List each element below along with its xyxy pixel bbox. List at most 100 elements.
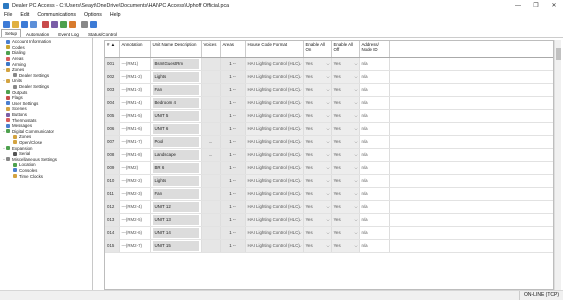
- col-header-address[interactable]: Address/ Node ID: [359, 41, 390, 58]
- chevron-down-icon[interactable]: ⌵: [298, 165, 301, 170]
- menu-edit[interactable]: Edit: [20, 12, 29, 18]
- cell-unit-name[interactable]: Lights: [150, 70, 202, 84]
- cell-house-code-format[interactable]: HAI Lighting Control (HLC) ⌵: [245, 122, 304, 136]
- new-file-icon[interactable]: [3, 21, 10, 28]
- cell-house-code-format[interactable]: HAI Lighting Control (HLC) ⌵: [245, 135, 304, 149]
- unit-name-field[interactable]: Lights: [152, 175, 199, 186]
- cell-house-code-format[interactable]: HAI Lighting Control (HLC) ⌵: [245, 109, 304, 123]
- cell-unit-name[interactable]: UNIT 14: [150, 226, 202, 240]
- menu-file[interactable]: File: [4, 12, 12, 18]
- chevron-down-icon[interactable]: ⌵: [298, 191, 301, 196]
- unit-name-field[interactable]: UNIT 14: [152, 227, 199, 238]
- cell-annotation[interactable]: ---(RM2-7): [119, 239, 151, 253]
- chevron-down-icon[interactable]: ⌵: [298, 74, 301, 79]
- cell-voices[interactable]: [201, 239, 221, 253]
- cell-enable-all-on[interactable]: Yes ⌵: [303, 135, 332, 149]
- cell-annotation[interactable]: ---(RM1-4): [119, 96, 151, 110]
- open-folder-icon[interactable]: [12, 21, 19, 28]
- cell-enable-all-on[interactable]: Yes ⌵: [303, 70, 332, 84]
- unit-name-field[interactable]: Landscape: [152, 149, 199, 160]
- cell-house-code-format[interactable]: HAI Lighting Control (HLC) ⌵: [245, 148, 304, 162]
- chevron-down-icon[interactable]: ⌵: [298, 178, 301, 183]
- col-header-voices[interactable]: Voices: [201, 41, 221, 58]
- cell-voices[interactable]: [201, 200, 221, 214]
- cell-voices[interactable]: ...: [201, 135, 221, 149]
- col-header-areas[interactable]: Areas: [220, 41, 246, 58]
- cell-annotation[interactable]: ---(RM1): [119, 57, 151, 71]
- cell-enable-all-off[interactable]: Yes ⌵: [331, 109, 360, 123]
- cell-unit-name[interactable]: BsmtGuestRm: [150, 57, 202, 71]
- chevron-down-icon[interactable]: ⌵: [298, 126, 301, 131]
- cell-unit-name[interactable]: UNIT 13: [150, 213, 202, 227]
- cell-unit-name[interactable]: UNIT 12: [150, 200, 202, 214]
- cell-enable-all-on[interactable]: Yes ⌵: [303, 122, 332, 136]
- cell-enable-all-off[interactable]: Yes ⌵: [331, 57, 360, 71]
- menu-help[interactable]: Help: [110, 12, 121, 18]
- chevron-down-icon[interactable]: ⌵: [326, 87, 329, 92]
- cell-unit-name[interactable]: UNIT 15: [150, 239, 202, 253]
- cell-enable-all-on[interactable]: Yes ⌵: [303, 161, 332, 175]
- chevron-down-icon[interactable]: ⌵: [298, 87, 301, 92]
- disconnect-icon[interactable]: [51, 21, 58, 28]
- chevron-down-icon[interactable]: ⌵: [326, 74, 329, 79]
- cell-annotation[interactable]: ---(RM2): [119, 161, 151, 175]
- cell-areas[interactable]: 1 --: [220, 96, 246, 110]
- unit-name-field[interactable]: Fan: [152, 84, 199, 95]
- cell-unit-name[interactable]: Fan: [150, 187, 202, 201]
- col-header-unit-name[interactable]: Unit Name Description: [150, 41, 202, 58]
- unit-name-field[interactable]: UNIT 6: [152, 123, 199, 134]
- table-row[interactable]: 006 ---(RM1-6) UNIT 6 1 -- HAI Lighting Cont…: [105, 122, 553, 136]
- scrollbar-thumb[interactable]: [556, 48, 561, 60]
- table-row[interactable]: 011 ---(RM2-3) Fan 1 -- HAI Lighting Control…: [105, 187, 553, 201]
- table-row[interactable]: 014 ---(RM2-6) UNIT 14 1 -- HAI Lighting Con…: [105, 226, 553, 240]
- cell-enable-all-on[interactable]: Yes ⌵: [303, 148, 332, 162]
- cell-enable-all-on[interactable]: Yes ⌵: [303, 226, 332, 240]
- cell-enable-all-off[interactable]: Yes ⌵: [331, 135, 360, 149]
- unit-name-field[interactable]: UNIT 13: [152, 214, 199, 225]
- chevron-down-icon[interactable]: ⌵: [298, 230, 301, 235]
- cell-unit-name[interactable]: Bedroom 4: [150, 96, 202, 110]
- chevron-down-icon[interactable]: ⌵: [326, 204, 329, 209]
- cell-areas[interactable]: 1 --: [220, 200, 246, 214]
- cell-enable-all-off[interactable]: Yes ⌵: [331, 226, 360, 240]
- table-row[interactable]: 003 ---(RM1-3) Fan 1 -- HAI Lighting Control…: [105, 83, 553, 97]
- chevron-down-icon[interactable]: ⌵: [354, 204, 357, 209]
- connect-icon[interactable]: [42, 21, 49, 28]
- chevron-down-icon[interactable]: ⌵: [354, 100, 357, 105]
- cell-areas[interactable]: 1 --: [220, 213, 246, 227]
- cell-enable-all-on[interactable]: Yes ⌵: [303, 57, 332, 71]
- cell-annotation[interactable]: ---(RM1-7): [119, 135, 151, 149]
- cell-house-code-format[interactable]: HAI Lighting Control (HLC) ⌵: [245, 161, 304, 175]
- chevron-down-icon[interactable]: ⌵: [354, 126, 357, 131]
- chevron-down-icon[interactable]: ⌵: [298, 100, 301, 105]
- cell-voices[interactable]: [201, 213, 221, 227]
- cell-annotation[interactable]: ---(RM1-8): [119, 148, 151, 162]
- minimize-button[interactable]: —: [509, 3, 527, 9]
- cell-areas[interactable]: 1 --: [220, 226, 246, 240]
- cell-house-code-format[interactable]: HAI Lighting Control (HLC) ⌵: [245, 226, 304, 240]
- unit-name-field[interactable]: UNIT 5: [152, 110, 199, 121]
- cell-house-code-format[interactable]: HAI Lighting Control (HLC) ⌵: [245, 96, 304, 110]
- chevron-down-icon[interactable]: ⌵: [298, 204, 301, 209]
- cell-areas[interactable]: 1 --: [220, 83, 246, 97]
- chevron-down-icon[interactable]: ⌵: [326, 139, 329, 144]
- cell-house-code-format[interactable]: HAI Lighting Control (HLC) ⌵: [245, 174, 304, 188]
- table-row[interactable]: 004 ---(RM1-4) Bedroom 4 1 -- HAI Lighting C…: [105, 96, 553, 110]
- settings-icon[interactable]: [81, 21, 88, 28]
- chevron-down-icon[interactable]: ⌵: [298, 217, 301, 222]
- chevron-down-icon[interactable]: ⌵: [298, 113, 301, 118]
- cell-areas[interactable]: 1 --: [220, 174, 246, 188]
- chevron-down-icon[interactable]: ⌵: [298, 139, 301, 144]
- cell-enable-all-off[interactable]: Yes ⌵: [331, 96, 360, 110]
- cell-enable-all-off[interactable]: Yes ⌵: [331, 83, 360, 97]
- cell-annotation[interactable]: ---(RM2-6): [119, 226, 151, 240]
- cell-voices[interactable]: [201, 83, 221, 97]
- unit-name-field[interactable]: BsmtGuestRm: [152, 58, 199, 69]
- unit-name-field[interactable]: Fan: [152, 188, 199, 199]
- cell-unit-name[interactable]: Pool: [150, 135, 202, 149]
- grid-vertical-scrollbar[interactable]: [554, 40, 561, 290]
- cell-enable-all-on[interactable]: Yes ⌵: [303, 96, 332, 110]
- cell-areas[interactable]: 1 --: [220, 161, 246, 175]
- cell-annotation[interactable]: ---(RM2-5): [119, 213, 151, 227]
- table-row[interactable]: 007 ---(RM1-7) Pool... 1 -- HAI Lighting Con…: [105, 135, 553, 149]
